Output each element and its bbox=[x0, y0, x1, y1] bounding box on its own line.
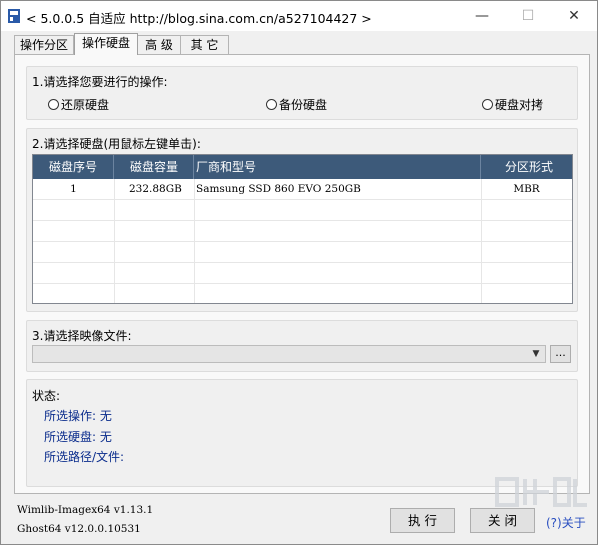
image-file-select[interactable]: ▼ bbox=[32, 345, 546, 363]
maximize-button[interactable]: ☐ bbox=[505, 1, 551, 31]
col-disk-capacity[interactable]: 磁盘容量 bbox=[114, 155, 194, 179]
cell-index: 1 bbox=[70, 183, 77, 195]
image-label: 3.请选择映像文件: bbox=[32, 329, 132, 343]
radio-backup-label: 备份硬盘 bbox=[279, 98, 328, 112]
title-bar: < 5.0.0.5 自适应 http://blog.sina.com.cn/a5… bbox=[1, 1, 597, 31]
tab-other[interactable]: 其 它 bbox=[180, 35, 229, 54]
disk-list-header: 磁盘序号 磁盘容量 厂商和型号 分区形式 bbox=[33, 155, 572, 179]
tab-partition-ops[interactable]: 操作分区 bbox=[14, 35, 74, 54]
status-path: 所选路径/文件: bbox=[44, 450, 125, 464]
minimize-button[interactable]: — bbox=[459, 1, 505, 31]
chevron-down-icon[interactable]: ▼ bbox=[529, 347, 543, 361]
close-window-button[interactable]: ✕ bbox=[551, 1, 597, 31]
col-partition-type[interactable]: 分区形式 bbox=[481, 155, 572, 179]
execute-button[interactable]: 执 行 bbox=[390, 508, 455, 533]
app-logo-icon bbox=[8, 9, 20, 23]
col-disk-index[interactable]: 磁盘序号 bbox=[33, 155, 114, 179]
table-row-empty bbox=[33, 263, 572, 284]
ghost-version: Ghost64 v12.0.0.10531 bbox=[17, 523, 141, 535]
disk-label: 2.请选择硬盘(用鼠标左键单击): bbox=[32, 137, 201, 151]
window-title: < 5.0.0.5 自适应 http://blog.sina.com.cn/a5… bbox=[26, 11, 372, 26]
tab-advanced[interactable]: 高 级 bbox=[136, 35, 182, 54]
wimlib-version: Wimlib-Imagex64 v1.13.1 bbox=[17, 504, 154, 516]
operation-label: 1.请选择您要进行的操作: bbox=[32, 75, 168, 89]
browse-button[interactable]: ... bbox=[550, 345, 571, 363]
tab-disk-ops[interactable]: 操作硬盘 bbox=[74, 33, 138, 55]
radio-restore-disk[interactable]: 还原硬盘 bbox=[48, 96, 109, 113]
radio-copy-label: 硬盘对拷 bbox=[495, 98, 544, 112]
cell-model: Samsung SSD 860 EVO 250GB bbox=[196, 183, 361, 195]
radio-circle-icon[interactable] bbox=[48, 99, 59, 110]
radio-circle-icon[interactable] bbox=[482, 99, 493, 110]
status-disk: 所选硬盘: 无 bbox=[44, 430, 112, 444]
radio-restore-label: 还原硬盘 bbox=[61, 98, 110, 112]
disk-list[interactable]: 磁盘序号 磁盘容量 厂商和型号 分区形式 1 232.88GB Samsung … bbox=[32, 154, 573, 304]
radio-circle-icon[interactable] bbox=[266, 99, 277, 110]
table-row-empty bbox=[33, 242, 572, 263]
cell-capacity: 232.88GB bbox=[129, 183, 182, 195]
about-link[interactable]: (?)关于 bbox=[546, 514, 586, 531]
main-window: < 5.0.0.5 自适应 http://blog.sina.com.cn/a5… bbox=[0, 0, 598, 545]
table-row[interactable]: 1 232.88GB Samsung SSD 860 EVO 250GB MBR bbox=[33, 179, 572, 200]
radio-backup-disk[interactable]: 备份硬盘 bbox=[266, 96, 327, 113]
table-row-empty bbox=[33, 221, 572, 242]
cell-partition: MBR bbox=[513, 183, 540, 195]
status-title: 状态: bbox=[32, 389, 61, 403]
col-disk-model[interactable]: 厂商和型号 bbox=[194, 155, 481, 179]
table-row-empty bbox=[33, 200, 572, 221]
status-operation: 所选操作: 无 bbox=[44, 409, 112, 423]
radio-disk-copy[interactable]: 硬盘对拷 bbox=[482, 96, 543, 113]
